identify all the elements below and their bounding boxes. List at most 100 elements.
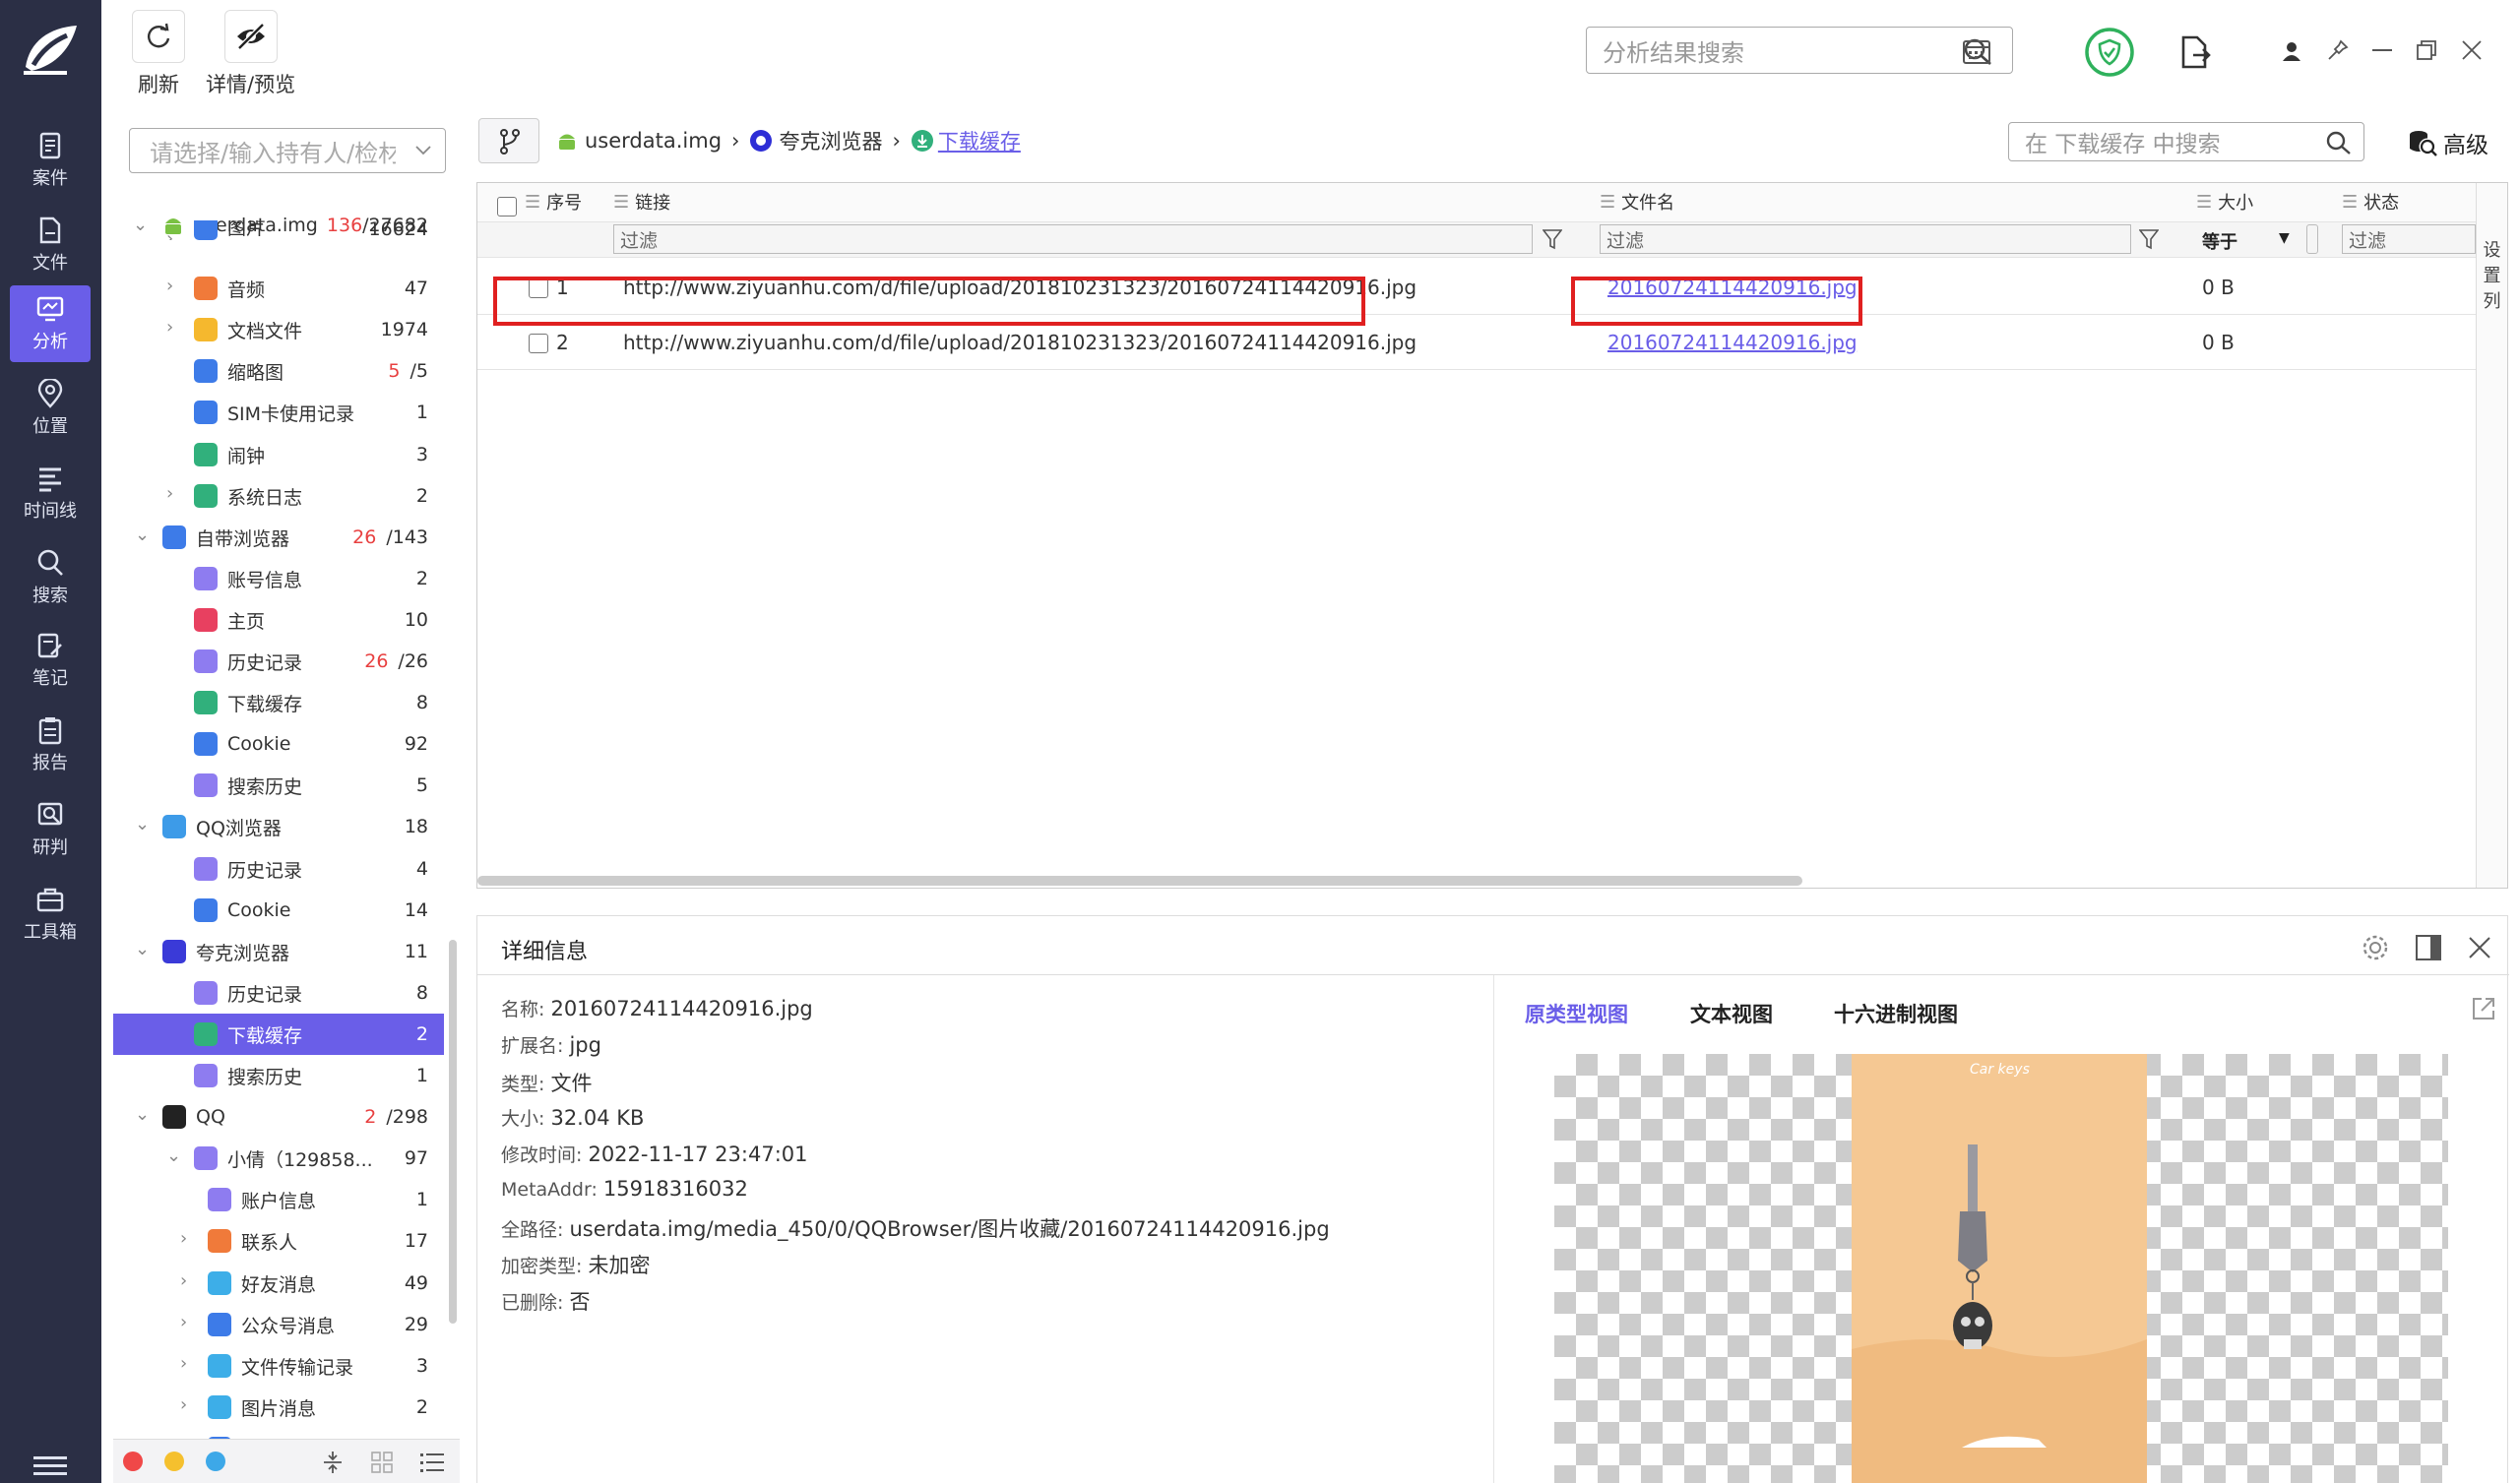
row-filename-link[interactable]: 20160724114420916.jpg (1607, 331, 1858, 354)
tree-item[interactable]: › 图片 16624 (113, 220, 444, 240)
column-menu-icon[interactable]: ☰ (2196, 192, 2212, 213)
filter-icon[interactable] (1543, 228, 1562, 250)
tree-item[interactable]: ⌄ QQ 2/298 (113, 1096, 444, 1138)
nav-item-timeline[interactable]: 时间线 (10, 455, 91, 531)
minimize-icon[interactable] (2372, 49, 2392, 53)
chevron-right-icon[interactable]: › (180, 1228, 187, 1249)
close-icon[interactable] (2468, 936, 2491, 959)
tree-item[interactable]: 账号信息 2 (113, 558, 444, 599)
calendar-icon[interactable] (1962, 37, 1991, 65)
tree-item[interactable]: 搜索历史 5 (113, 765, 444, 806)
chevron-right-icon[interactable]: › (166, 228, 173, 240)
export-icon[interactable] (2179, 35, 2211, 69)
tree-item[interactable]: ⌄ QQ浏览器 18 (113, 806, 444, 847)
chevron-right-icon[interactable]: › (166, 276, 173, 296)
tree-item[interactable]: 主页 10 (113, 599, 444, 641)
column-menu-icon[interactable]: ☰ (613, 192, 629, 213)
column-seq-header[interactable]: ☰ 序号 (525, 183, 582, 220)
column-filename-header[interactable]: ☰ 文件名 (1600, 183, 1674, 220)
tree-item[interactable]: 历史记录 4 (113, 848, 444, 890)
column-size-header[interactable]: ☰ 大小 (2196, 183, 2253, 220)
tab-text-view[interactable]: 文本视图 (1690, 999, 1773, 1028)
tree-item[interactable]: 账户信息 1 (113, 1179, 444, 1220)
tree-item[interactable]: ⌄ 自带浏览器 26/143 (113, 517, 444, 558)
tree-item[interactable]: › 文档文件 1974 (113, 309, 444, 350)
caret-down-icon[interactable]: ▼ (2279, 230, 2290, 246)
tree-item[interactable]: 搜索历史 1 (113, 1055, 444, 1096)
chevron-right-icon[interactable]: › (180, 1312, 187, 1332)
close-window-icon[interactable] (2461, 39, 2483, 61)
search-icon[interactable] (2326, 131, 2352, 154)
collapse-all-icon[interactable] (322, 1450, 344, 1475)
refresh-button[interactable]: 刷新 (132, 10, 185, 98)
grid-horizontal-scrollbar[interactable] (477, 876, 1802, 886)
branch-button[interactable] (478, 118, 539, 163)
row-checkbox[interactable] (529, 334, 548, 353)
filename-filter-input[interactable]: 过滤 (1600, 224, 2131, 254)
tree-item[interactable]: › 好友消息 49 (113, 1263, 444, 1304)
filter-icon[interactable] (2139, 228, 2159, 250)
nav-item-search[interactable]: 搜索 (10, 539, 91, 616)
status-dot-red[interactable] (123, 1452, 143, 1471)
chevron-down-icon[interactable]: ⌄ (135, 525, 150, 545)
tab-raw-view[interactable]: 原类型视图 (1525, 999, 1628, 1028)
chevron-right-icon[interactable]: › (180, 1270, 187, 1291)
tree-item[interactable]: ⌄ 小倩（129858... 97 (113, 1138, 444, 1179)
nav-item-toolbox[interactable]: 工具箱 (10, 876, 91, 953)
chevron-down-icon[interactable]: ⌄ (166, 1145, 181, 1166)
tree-item[interactable]: ⌄ 夸克浏览器 11 (113, 931, 444, 972)
select-all-checkbox[interactable] (497, 197, 517, 216)
chevron-right-icon[interactable]: › (166, 317, 173, 338)
column-link-header[interactable]: ☰ 链接 (613, 183, 670, 220)
nav-item-analysis[interactable]: 分析 (10, 285, 91, 362)
chevron-down-icon[interactable]: ⌄ (135, 939, 150, 959)
tree-item[interactable]: 历史记录 8 (113, 972, 444, 1014)
tree-item[interactable]: › 联系人 17 (113, 1220, 444, 1262)
breadcrumb-root[interactable]: userdata.img (585, 129, 722, 153)
grid-view-icon[interactable] (371, 1452, 393, 1473)
list-search-input[interactable]: 在 下载缓存 中搜索 (2008, 122, 2364, 161)
chevron-down-icon[interactable]: ⌄ (135, 814, 150, 834)
global-search-input[interactable]: 分析结果搜索 (1586, 27, 2013, 74)
tree-item[interactable]: Cookie 14 (113, 890, 444, 931)
column-menu-icon[interactable]: ☰ (525, 192, 540, 213)
link-filter-input[interactable]: 过滤 (613, 224, 1533, 254)
tree-item[interactable]: Cookie 92 (113, 723, 444, 765)
chevron-right-icon[interactable]: › (180, 1394, 187, 1415)
gear-icon[interactable] (2362, 934, 2389, 961)
tree-item[interactable]: › 公众号消息 29 (113, 1304, 444, 1345)
split-panel-icon[interactable] (2415, 934, 2442, 961)
menu-icon[interactable] (33, 1454, 67, 1478)
nav-item-file[interactable]: 文件 (10, 207, 91, 283)
tree-item[interactable]: SIM卡使用记录 1 (113, 392, 444, 433)
size-filter-input[interactable] (2306, 224, 2318, 254)
chevron-right-icon[interactable]: › (180, 1353, 187, 1374)
nav-item-location[interactable]: 位置 (10, 370, 91, 447)
tree-item[interactable]: 缩略图 5/5 (113, 350, 444, 392)
tab-hex-view[interactable]: 十六进制视图 (1834, 999, 1958, 1028)
tree-item[interactable]: 历史记录 26/26 (113, 641, 444, 682)
breadcrumb-app[interactable]: 夸克浏览器 (779, 126, 882, 155)
open-external-icon[interactable] (2470, 995, 2497, 1022)
column-settings-tab[interactable]: 设置列 (2476, 183, 2507, 888)
advanced-search-button[interactable]: 高级 (2408, 128, 2488, 158)
nav-item-judge[interactable]: 研判 (10, 791, 91, 868)
tree-item[interactable]: 下载缓存 2 (113, 1014, 444, 1055)
shield-check-icon[interactable] (2084, 27, 2135, 78)
nav-item-note[interactable]: 笔记 (10, 622, 91, 699)
tree-filter-select[interactable]: 请选择/输入持有人/检材 (129, 128, 446, 173)
tree-item[interactable]: › 文件传输记录 3 (113, 1345, 444, 1387)
status-dot-blue[interactable] (206, 1452, 225, 1471)
restore-icon[interactable] (2416, 39, 2437, 61)
chevron-right-icon[interactable]: › (166, 483, 173, 504)
column-menu-icon[interactable]: ☰ (2342, 192, 2358, 213)
status-dot-yellow[interactable] (164, 1452, 184, 1471)
tree-item[interactable]: › 系统日志 2 (113, 475, 444, 517)
size-filter-operator[interactable]: 等于 (2202, 228, 2237, 254)
tree-item[interactable]: 闹钟 3 (113, 434, 444, 475)
status-filter-input[interactable]: 过滤 (2342, 224, 2476, 254)
user-icon[interactable] (2282, 41, 2301, 61)
breadcrumb-current[interactable]: 下载缓存 (938, 126, 1021, 155)
list-view-icon[interactable] (420, 1452, 444, 1473)
tree-item[interactable]: › 图片消息 2 (113, 1387, 444, 1428)
